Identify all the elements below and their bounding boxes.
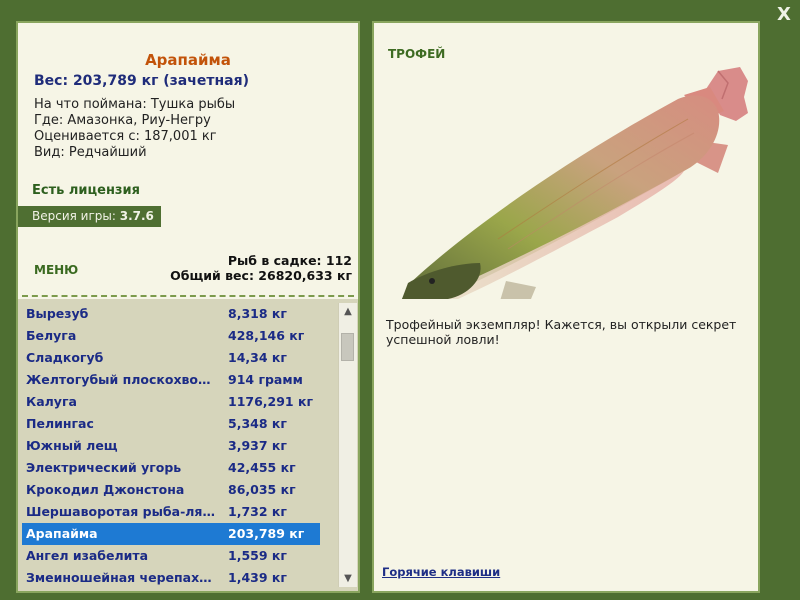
list-item-weight: 14,34 кг xyxy=(228,350,287,365)
list-item-name: Белуга xyxy=(26,328,77,343)
list-item-weight: 1176,291 кг xyxy=(228,394,313,409)
list-item[interactable]: Змеиношейная черепах… 1,439 кг xyxy=(22,567,320,589)
list-item[interactable]: Крокодил Джонстона 86,035 кг xyxy=(22,479,320,501)
list-scrollbar[interactable]: ▲ ▼ xyxy=(338,303,357,587)
scroll-thumb[interactable] xyxy=(341,333,354,361)
version-label: Версия игры: xyxy=(32,209,116,223)
scroll-down-icon[interactable]: ▼ xyxy=(339,570,357,587)
fish-location: Где: Амазонка, Риу-Негру xyxy=(34,113,211,128)
list-item-name: Арапайма xyxy=(26,526,98,541)
license-status: Есть лицензия xyxy=(32,183,140,198)
fish-rated-weight: Оценивается с: 187,001 кг xyxy=(34,129,217,144)
list-item-name: Шершаворотая рыба-ля… xyxy=(26,504,215,519)
list-item-name: Калуга xyxy=(26,394,77,409)
list-item[interactable]: Сладкогуб 14,34 кг xyxy=(22,347,320,369)
list-item[interactable]: Пелингас 5,348 кг xyxy=(22,413,320,435)
divider xyxy=(22,295,354,297)
close-icon[interactable]: X xyxy=(774,4,794,26)
list-item-name: Ангел изабелита xyxy=(26,548,149,563)
list-item-weight: 3,937 кг xyxy=(228,438,287,453)
list-item-weight: 203,789 кг xyxy=(228,526,305,541)
list-item-weight: 428,146 кг xyxy=(228,328,305,343)
fish-bait: На что поймана: Тушка рыбы xyxy=(34,97,236,112)
list-item-weight: 1,559 кг xyxy=(228,548,287,563)
fish-title: Арапайма xyxy=(145,51,231,69)
list-item[interactable]: Вырезуб 8,318 кг xyxy=(22,303,320,325)
list-item[interactable]: Южный лещ 3,937 кг xyxy=(22,435,320,457)
list-item-name: Змеиношейная черепах… xyxy=(26,570,212,585)
menu-button[interactable]: МЕНЮ xyxy=(34,263,78,277)
list-item-weight: 86,035 кг xyxy=(228,482,296,497)
list-item-weight: 1,439 кг xyxy=(228,570,287,585)
trophy-panel: ТРОФЕЙ Трофейный экземпляр! Кажется, вы … xyxy=(372,21,760,593)
list-item-name: Южный лещ xyxy=(26,438,118,453)
fish-count: Рыб в садке: 112 xyxy=(227,253,352,268)
list-item-weight: 8,318 кг xyxy=(228,306,287,321)
arapaima-fish-image xyxy=(402,67,748,299)
list-item-name: Электрический угорь xyxy=(26,460,182,475)
list-item-name: Сладкогуб xyxy=(26,350,104,365)
list-item[interactable]: Желтогубый плоскохво… 914 грамм xyxy=(22,369,320,391)
trophy-message: Трофейный экземпляр! Кажется, вы открыли… xyxy=(386,317,737,347)
list-item[interactable]: Ангел изабелита 1,559 кг xyxy=(22,545,320,567)
list-item-name: Желтогубый плоскохво… xyxy=(26,372,211,387)
hotkeys-link[interactable]: Горячие клавиши xyxy=(382,565,500,579)
fish-weight: Вес: 203,789 кг (зачетная) xyxy=(34,73,249,89)
catch-info-panel: Арапайма Вес: 203,789 кг (зачетная) На ч… xyxy=(16,21,360,593)
list-item-weight: 5,348 кг xyxy=(228,416,287,431)
list-item-name: Вырезуб xyxy=(26,306,89,321)
scroll-up-icon[interactable]: ▲ xyxy=(339,303,357,320)
catch-list[interactable]: Вырезуб 8,318 кг Белуга 428,146 кг Сладкогуб… xyxy=(18,299,358,591)
list-item[interactable]: Белуга 428,146 кг xyxy=(22,325,320,347)
total-weight: Общий вес: 26820,633 кг xyxy=(170,268,352,283)
list-item-name: Пелингас xyxy=(26,416,94,431)
list-item[interactable]: Арапайма 203,789 кг xyxy=(22,523,320,545)
list-item[interactable]: Калуга 1176,291 кг xyxy=(22,391,320,413)
list-item[interactable]: Шершаворотая рыба-ля… 1,732 кг xyxy=(22,501,320,523)
fish-rarity: Вид: Редчайший xyxy=(34,145,147,160)
keepnet-stats: Рыб в садке: 112 Общий вес: 26820,633 кг xyxy=(170,253,352,283)
list-item-weight: 42,455 кг xyxy=(228,460,296,475)
version-value: 3.7.6 xyxy=(119,209,154,223)
list-item-weight: 914 грамм xyxy=(228,372,303,387)
list-item[interactable]: Электрический угорь 42,455 кг xyxy=(22,457,320,479)
list-item-name: Крокодил Джонстона xyxy=(26,482,185,497)
list-item-weight: 1,732 кг xyxy=(228,504,287,519)
game-version-badge: Версия игры: 3.7.6 xyxy=(18,206,161,227)
